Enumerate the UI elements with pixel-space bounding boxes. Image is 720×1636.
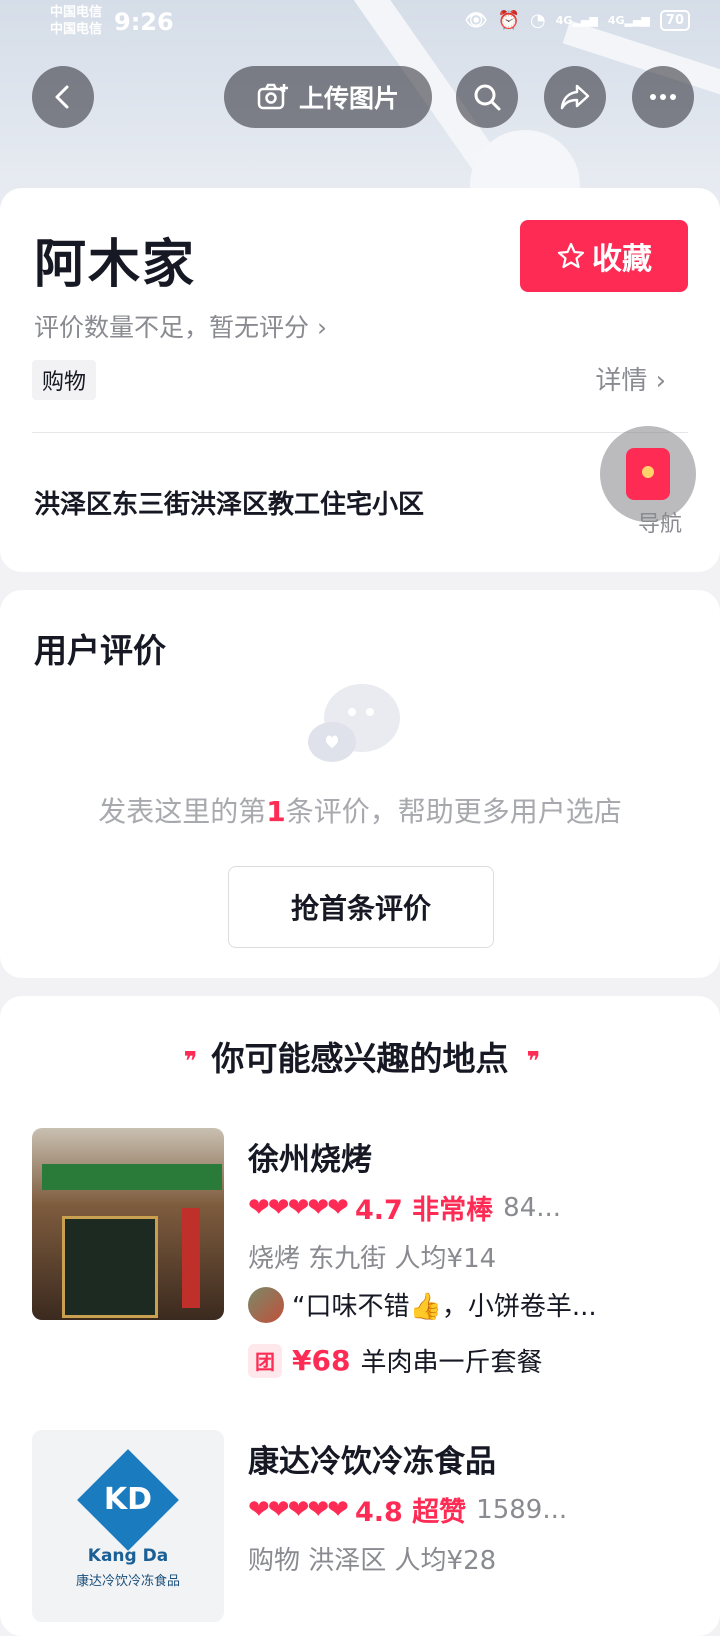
poi-name: 徐州烧烤 <box>248 1142 372 1178</box>
eye-icon: 👁 <box>464 10 488 31</box>
user-reviews-card: 用户评价 发表这里的第1条评价，帮助更多用户选店 抢首条评价 <box>0 590 720 978</box>
carrier-2: 中国电信 <box>50 22 103 37</box>
decoration-icon: ❜❜ <box>183 1047 197 1077</box>
logo-text: KD <box>103 1482 153 1517</box>
alarm-icon: ⏰ <box>497 10 521 31</box>
search-icon <box>474 84 501 111</box>
decoration-icon: ❜❜ <box>526 1047 541 1077</box>
avatar <box>248 1286 284 1323</box>
share-button[interactable] <box>544 66 606 128</box>
network-type: 4G <box>555 14 573 27</box>
chevron-right-icon: › <box>655 366 666 396</box>
recommendations-card: ❜❜ 你可能感兴趣的地点 ❜❜ 徐州烧烤 ❤❤❤❤❤ 4.7 非常棒 84... 烧… <box>0 996 720 1636</box>
more-button[interactable] <box>632 66 694 128</box>
poi-name: 康达冷饮冷冻食品 <box>248 1444 496 1480</box>
more-dots-icon <box>650 94 676 100</box>
empty-prefix: 发表这里的第 <box>98 795 267 828</box>
logo-chinese: 康达冷饮冷冻食品 <box>75 1574 180 1589</box>
back-button[interactable] <box>32 66 94 128</box>
heart-rating-icon: ❤❤❤❤❤ <box>248 1494 349 1525</box>
empty-comment-icon <box>308 684 400 762</box>
logo-english: Kang Da <box>87 1546 169 1566</box>
favorite-label: 收藏 <box>592 242 652 277</box>
divider <box>32 432 688 433</box>
heart-rating-icon: ❤❤❤❤❤ <box>248 1192 349 1223</box>
camera-plus-icon <box>257 83 288 110</box>
photo-detail <box>62 1216 158 1318</box>
upload-photo-label: 上传图片 <box>298 84 399 113</box>
status-bar: 中国电信 中国电信 9:26 👁 ⏰ ◔ 4G▂▄▆ 4G▂▄▆ 70 <box>0 0 720 48</box>
star-icon <box>557 242 585 269</box>
status-icons: 👁 ⏰ ◔ 4G▂▄▆ 4G▂▄▆ 70 <box>465 10 690 31</box>
shop-logo: KD Kang Da 康达冷饮冷冻食品 <box>32 1430 224 1622</box>
recommend-title: ❜❜ 你可能感兴趣的地点 ❜❜ <box>0 1032 720 1080</box>
review-count: 1 <box>266 795 286 828</box>
carrier-label: 中国电信 中国电信 <box>50 4 102 38</box>
search-button[interactable] <box>456 66 518 128</box>
deal-row[interactable]: 团 ¥68 羊肉串一斤套餐 <box>248 1342 542 1379</box>
rating-note-text: 评价数量不足，暂无评分 <box>34 313 310 342</box>
shop-photo <box>32 1128 224 1320</box>
shop-name: 阿木家 <box>34 235 197 295</box>
group-deal-icon: 团 <box>248 1343 282 1378</box>
list-item[interactable]: 徐州烧烤 ❤❤❤❤❤ 4.7 非常棒 84... 烧烤 东九街 人均¥14 “口… <box>32 1128 692 1378</box>
chevron-right-icon: › <box>316 313 327 342</box>
clock: 9:26 <box>114 8 174 36</box>
signal-icon: 4G▂▄▆ <box>607 14 650 27</box>
poi-rating: ❤❤❤❤❤ 4.7 非常棒 84... <box>248 1188 561 1227</box>
review-text: “口味不错👍，小饼卷羊... <box>292 1292 597 1322</box>
network-type: 4G <box>607 14 625 27</box>
carrier-1: 中国电信 <box>50 5 103 20</box>
category-tag: 购物 <box>32 360 97 400</box>
poi-meta: 烧烤 东九街 人均¥14 <box>248 1244 497 1274</box>
poi-review-count: 84... <box>503 1192 562 1223</box>
shop-address: 洪泽区东三街洪泽区教工住宅小区 <box>34 490 425 520</box>
reviews-title: 用户评价 <box>34 631 166 670</box>
recommend-title-text: 你可能感兴趣的地点 <box>211 1039 509 1078</box>
chevron-left-icon <box>55 85 69 109</box>
poi-score: 4.8 超赞 <box>354 1497 467 1528</box>
rating-link[interactable]: 评价数量不足，暂无评分 › <box>34 308 327 344</box>
list-item[interactable]: KD Kang Da 康达冷饮冷冻食品 康达冷饮冷冻食品 ❤❤❤❤❤ 4.8 超… <box>32 1430 692 1630</box>
red-packet-icon <box>626 448 670 500</box>
upload-photo-button[interactable]: 上传图片 <box>224 66 432 128</box>
first-review-button[interactable]: 抢首条评价 <box>228 866 494 948</box>
poi-score: 4.7 非常棒 <box>354 1195 494 1226</box>
details-link[interactable]: 详情 › <box>595 360 666 397</box>
poi-rating: ❤❤❤❤❤ 4.8 超赞 1589... <box>248 1490 567 1529</box>
poi-review-snippet: “口味不错👍，小饼卷羊... <box>248 1286 597 1323</box>
poi-review-count: 1589... <box>476 1494 568 1525</box>
shop-info-card: 阿木家 收藏 评价数量不足，暂无评分 › 购物 详情 › 洪泽区东三街洪泽区教工… <box>0 188 720 572</box>
photo-detail <box>182 1208 200 1308</box>
poi-meta: 购物 洪泽区 人均¥28 <box>248 1546 497 1576</box>
wifi-icon: ◔ <box>530 10 546 31</box>
signal-icon: 4G▂▄▆ <box>555 14 598 27</box>
share-icon <box>560 84 590 110</box>
details-label: 详情 <box>595 366 648 396</box>
empty-suffix: 条评价，帮助更多用户选店 <box>285 795 622 828</box>
empty-reviews-text: 发表这里的第1条评价，帮助更多用户选店 <box>0 790 720 830</box>
navigation-button[interactable]: 导航 <box>638 506 682 538</box>
battery-icon: 70 <box>659 10 690 31</box>
photo-detail <box>42 1164 222 1190</box>
deal-price: ¥68 <box>292 1344 351 1377</box>
favorite-button[interactable]: 收藏 <box>520 220 688 292</box>
deal-name: 羊肉串一斤套餐 <box>360 1348 543 1378</box>
